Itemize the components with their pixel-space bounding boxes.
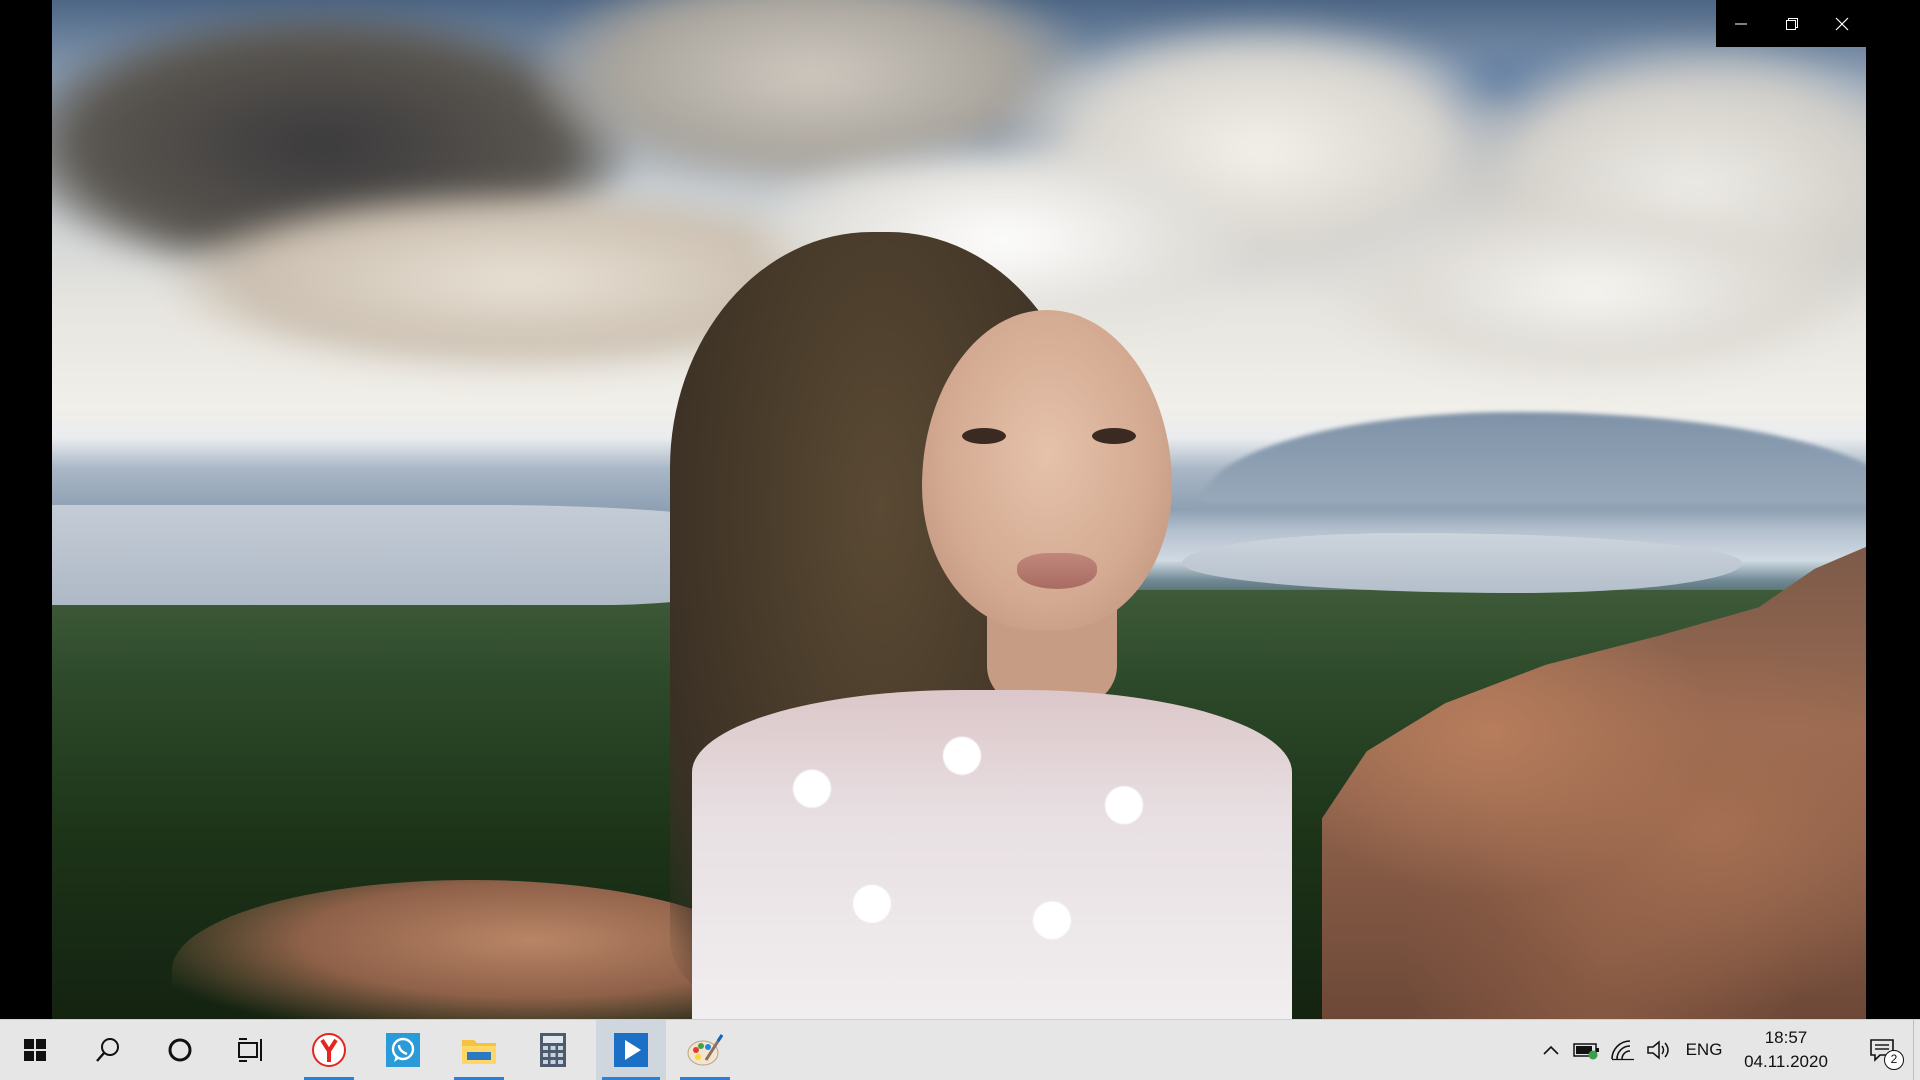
show-hidden-icons-button[interactable] [1538,1020,1564,1080]
volume-icon [1647,1040,1669,1060]
battery-tray-button[interactable] [1572,1020,1602,1080]
taskbar-app-paint[interactable] [674,1020,736,1080]
task-view-button[interactable] [222,1020,282,1080]
cortana-button[interactable] [150,1020,210,1080]
taskbar: ENG 18:57 04.11.2020 2 [0,1019,1920,1080]
wifi-icon [1611,1040,1634,1061]
taskbar-app-file-explorer[interactable] [448,1020,510,1080]
taskbar-app-movies-tv[interactable] [596,1020,666,1080]
chevron-up-icon [1543,1045,1559,1055]
taskbar-app-yandex[interactable] [298,1020,360,1080]
close-button[interactable] [1817,0,1868,47]
network-tray-button[interactable] [1608,1020,1638,1080]
start-button[interactable] [0,1020,70,1080]
battery-icon [1573,1043,1599,1060]
taskbar-app-whatsapp[interactable] [372,1020,434,1080]
windows-start-icon [24,1039,46,1061]
notification-count-badge: 2 [1884,1050,1904,1070]
file-explorer-icon [462,1040,496,1064]
lake [1182,533,1742,593]
person-mouth [1017,553,1097,589]
person-dress [692,690,1292,1019]
show-desktop-button[interactable] [1913,1020,1920,1080]
minimize-icon [1735,23,1748,24]
video-frame [52,0,1866,1019]
clock-date: 04.11.2020 [1744,1052,1828,1071]
clock-time: 18:57 [1764,1028,1808,1047]
task-view-icon [238,1038,262,1062]
person-eye [962,428,1006,444]
movies-tv-icon [614,1033,648,1067]
restore-button[interactable] [1767,0,1818,47]
search-icon [96,1038,119,1062]
cortana-icon [168,1038,192,1062]
window-caption-buttons [1716,0,1868,47]
calculator-icon [540,1033,566,1067]
yandex-browser-icon [312,1033,346,1067]
paint-icon [687,1034,724,1066]
language-label: ENG [1685,1040,1723,1059]
search-button[interactable] [78,1020,138,1080]
restore-icon [1785,17,1798,30]
taskbar-app-calculator[interactable] [522,1020,584,1080]
cloud [1332,200,1852,380]
action-center-button[interactable]: 2 [1856,1020,1908,1080]
clock[interactable]: 18:57 04.11.2020 [1720,1026,1852,1074]
volume-tray-button[interactable] [1644,1020,1674,1080]
minimize-button[interactable] [1716,0,1767,47]
close-icon [1836,17,1849,30]
mountain [1202,412,1866,502]
person-eye [1092,428,1136,444]
whatsapp-icon [386,1033,420,1067]
